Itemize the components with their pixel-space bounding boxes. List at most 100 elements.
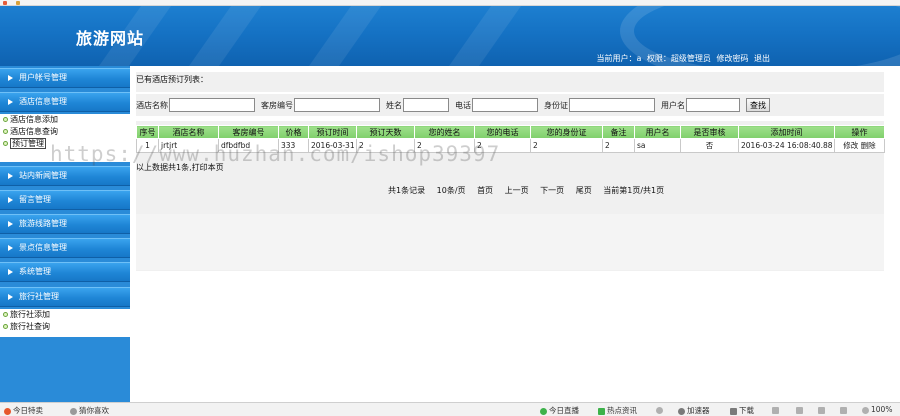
- header-decoration: [308, 6, 382, 66]
- header-decoration: [448, 6, 522, 66]
- bullet-icon: [3, 141, 8, 146]
- zoom-icon: [862, 406, 869, 414]
- sidebar-group-news[interactable]: 站内新闻管理: [0, 166, 130, 186]
- sidebar-group-system[interactable]: 系统管理: [0, 262, 130, 282]
- bullet-icon: [3, 312, 8, 317]
- status-item-live[interactable]: 今日直播: [540, 405, 579, 416]
- idcard-input[interactable]: [569, 98, 655, 112]
- sidebar-group-messages[interactable]: 留言管理: [0, 190, 130, 210]
- download-icon: [730, 407, 737, 415]
- sale-icon: [4, 407, 11, 415]
- sidebar-group-scenic[interactable]: 景点信息管理: [0, 238, 130, 258]
- tab-icon: [16, 1, 20, 5]
- bullet-icon: [3, 324, 8, 329]
- hotel-name-input[interactable]: [169, 98, 255, 112]
- bullet-icon: [3, 117, 8, 122]
- arrow-right-icon: [8, 98, 13, 105]
- table-actions-cell: 修改 删除: [834, 138, 885, 153]
- browser-status-bar: 今日特卖 猜你喜欢 今日直播 热点资讯 加速器 下载 100%: [0, 402, 900, 416]
- pager-total: 共1条记录: [388, 186, 426, 195]
- table-cell: 2: [602, 138, 635, 153]
- refresh-icon[interactable]: [656, 405, 665, 414]
- play-icon: [540, 407, 547, 415]
- username-label: 用户名: [661, 100, 685, 110]
- column-header: 您的电话: [474, 125, 531, 139]
- volume-icon[interactable]: [840, 405, 849, 414]
- room-no-input[interactable]: [294, 98, 380, 112]
- pager-current: 当前第1页/共1页: [603, 186, 665, 195]
- column-header: 您的身份证: [530, 125, 603, 139]
- column-header: 操作: [834, 125, 885, 139]
- column-header: 用户名: [634, 125, 681, 139]
- column-header: 预订时间: [308, 125, 357, 139]
- table-cell: 否: [680, 138, 739, 153]
- pager-next[interactable]: 下一页: [540, 186, 564, 195]
- table-header-row: 序号 酒店名称 客房编号 价格 预订时间 预订天数 您的姓名 您的电话 您的身份…: [136, 125, 885, 139]
- search-button[interactable]: 查找: [746, 98, 770, 112]
- search-form: 酒店名称 客房编号 姓名 电话 身份证 用户名 查找: [136, 97, 770, 113]
- sidebar-group-agency[interactable]: 旅行社管理: [0, 287, 130, 307]
- current-user: a: [636, 54, 642, 63]
- arrow-right-icon: [8, 293, 13, 300]
- site-header: 旅游网站 当前用户：a 权限：超级管理员 修改密码 退出: [0, 6, 900, 66]
- fullscreen-icon[interactable]: [796, 405, 805, 414]
- table-cell: 2: [530, 138, 603, 153]
- delete-link[interactable]: 删除: [861, 141, 876, 150]
- news-icon: [598, 407, 605, 415]
- clean-icon[interactable]: [818, 405, 827, 414]
- sidebar: 用户帐号管理 酒店信息管理 酒店信息添加 酒店信息查询 预订管理 站内新闻管理 …: [0, 66, 130, 402]
- arrow-right-icon: [8, 244, 13, 251]
- column-header: 序号: [136, 125, 159, 139]
- sidebar-item-agency-add[interactable]: 旅行社添加: [0, 309, 130, 321]
- main-content: 已有酒店预订列表： 酒店名称 客房编号 姓名 电话 身份证 用户名 查找 序号 …: [130, 66, 900, 402]
- status-item-download[interactable]: 下载: [730, 405, 754, 416]
- tab-icon: [3, 1, 7, 5]
- arrow-right-icon: [8, 74, 13, 81]
- change-password-link[interactable]: 修改密码: [716, 54, 748, 63]
- column-header: 是否审核: [680, 125, 739, 139]
- logout-link[interactable]: 退出: [754, 54, 770, 63]
- column-header: 您的姓名: [414, 125, 475, 139]
- column-header: 酒店名称: [158, 125, 219, 139]
- list-title: 已有酒店预订列表：: [136, 75, 208, 84]
- sidebar-group-routes[interactable]: 旅游线路管理: [0, 214, 130, 234]
- bullet-icon: [3, 129, 8, 134]
- user-info-bar: 当前用户：a 权限：超级管理员 修改密码 退出: [593, 53, 770, 64]
- pager-last[interactable]: 尾页: [576, 186, 592, 195]
- rocket-icon: [678, 407, 685, 415]
- status-item-news[interactable]: 热点资讯: [598, 405, 637, 416]
- arrow-right-icon: [8, 268, 13, 275]
- status-item-guess[interactable]: 猜你喜欢: [70, 405, 109, 416]
- zoom-control[interactable]: 100%: [862, 405, 892, 414]
- sidebar-item-hotel-query[interactable]: 酒店信息查询: [0, 126, 130, 138]
- status-item-accelerator[interactable]: 加速器: [678, 405, 710, 416]
- current-user-label: 当前用户：: [596, 54, 637, 63]
- pager-prev[interactable]: 上一页: [505, 186, 529, 195]
- pager-first[interactable]: 首页: [477, 186, 493, 195]
- phone-input[interactable]: [472, 98, 538, 112]
- table-cell: 2016-03-24 16:08:40.88: [738, 138, 835, 153]
- edit-link[interactable]: 修改: [843, 141, 858, 150]
- name-label: 姓名: [386, 100, 402, 110]
- role-label: 权限：: [646, 54, 671, 63]
- column-header: 添加时间: [738, 125, 835, 139]
- sidebar-subitems-agency: 旅行社添加 旅行社查询: [0, 309, 130, 337]
- name-input[interactable]: [403, 98, 449, 112]
- sidebar-group-user-account[interactable]: 用户帐号管理: [0, 68, 130, 88]
- sidebar-item-agency-query[interactable]: 旅行社查询: [0, 321, 130, 333]
- column-header: 客房编号: [218, 125, 279, 139]
- sidebar-group-hotel[interactable]: 酒店信息管理: [0, 92, 130, 112]
- column-header: 价格: [278, 125, 309, 139]
- username-input[interactable]: [686, 98, 740, 112]
- eye-icon: [70, 407, 77, 415]
- table-cell: sa: [634, 138, 681, 153]
- grid-icon[interactable]: [772, 405, 781, 414]
- idcard-label: 身份证: [544, 100, 568, 110]
- sidebar-item-hotel-add[interactable]: 酒店信息添加: [0, 114, 130, 126]
- status-item-sale[interactable]: 今日特卖: [4, 405, 43, 416]
- room-no-label: 客房编号: [261, 100, 293, 110]
- watermark: https://www.huzhan.com/ishop39397: [50, 142, 501, 166]
- arrow-right-icon: [8, 220, 13, 227]
- pagination: 共1条记录 10条/页 首页 上一页 下一页 尾页 当前第1页/共1页: [388, 185, 673, 196]
- list-panel-lower: [136, 214, 884, 270]
